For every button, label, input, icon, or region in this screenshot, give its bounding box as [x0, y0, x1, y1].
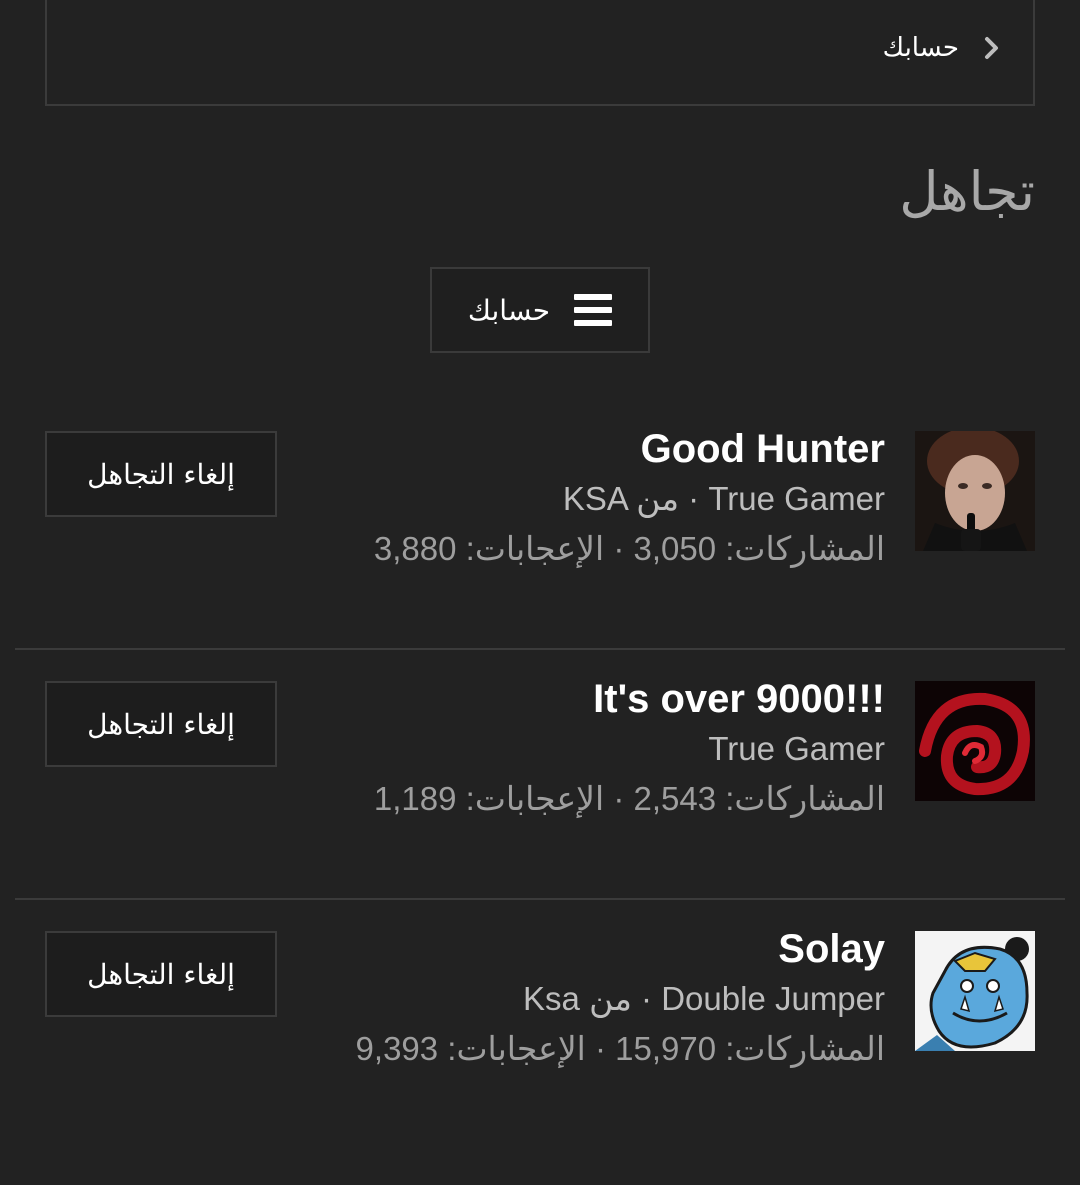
user-info: Good Hunter KSA من · True Gamer المشاركا…: [365, 424, 885, 574]
cartoon-avatar[interactable]: [915, 931, 1035, 1051]
ignored-users-list: Good Hunter KSA من · True Gamer المشاركا…: [15, 400, 1065, 1148]
username[interactable]: It's over 9000!!!: [365, 674, 885, 724]
account-menu-button[interactable]: حسابك: [430, 267, 650, 353]
username[interactable]: Solay: [365, 924, 885, 974]
menu-icon: [574, 294, 613, 326]
account-menu-label: حسابك: [467, 293, 551, 327]
unignore-button[interactable]: إلغاء التجاهل: [45, 681, 277, 767]
list-item: Solay Ksa من · Double Jumper المشاركات: …: [15, 900, 1065, 1148]
portrait-avatar[interactable]: [915, 431, 1035, 551]
page-title: تجاهل: [899, 160, 1035, 223]
user-stats: المشاركات: 15,970 · الإعجابات: 9,393: [355, 1030, 885, 1067]
unignore-button[interactable]: إلغاء التجاهل: [45, 931, 277, 1017]
list-item: Good Hunter KSA من · True Gamer المشاركا…: [15, 400, 1065, 650]
user-stats: المشاركات: 2,543 · الإعجابات: 1,189: [373, 780, 885, 817]
user-info: It's over 9000!!! True Gamer المشاركات: …: [365, 674, 885, 824]
user-meta: Ksa من · Double Jumper: [523, 980, 885, 1017]
user-meta: True Gamer: [708, 730, 885, 767]
user-meta: KSA من · True Gamer: [562, 480, 885, 517]
user-stats: المشاركات: 3,050 · الإعجابات: 3,880: [373, 530, 885, 567]
unignore-button[interactable]: إلغاء التجاهل: [45, 431, 277, 517]
username[interactable]: Good Hunter: [365, 424, 885, 474]
list-item: It's over 9000!!! True Gamer المشاركات: …: [15, 650, 1065, 900]
account-link-label: حسابك: [882, 33, 959, 63]
chevron-right-icon: [985, 37, 998, 59]
user-info: Solay Ksa من · Double Jumper المشاركات: …: [355, 924, 885, 1074]
red-swirl-avatar[interactable]: [915, 681, 1035, 801]
account-link[interactable]: حسابك: [883, 26, 1003, 70]
account-link-box: حسابك: [45, 0, 1035, 106]
